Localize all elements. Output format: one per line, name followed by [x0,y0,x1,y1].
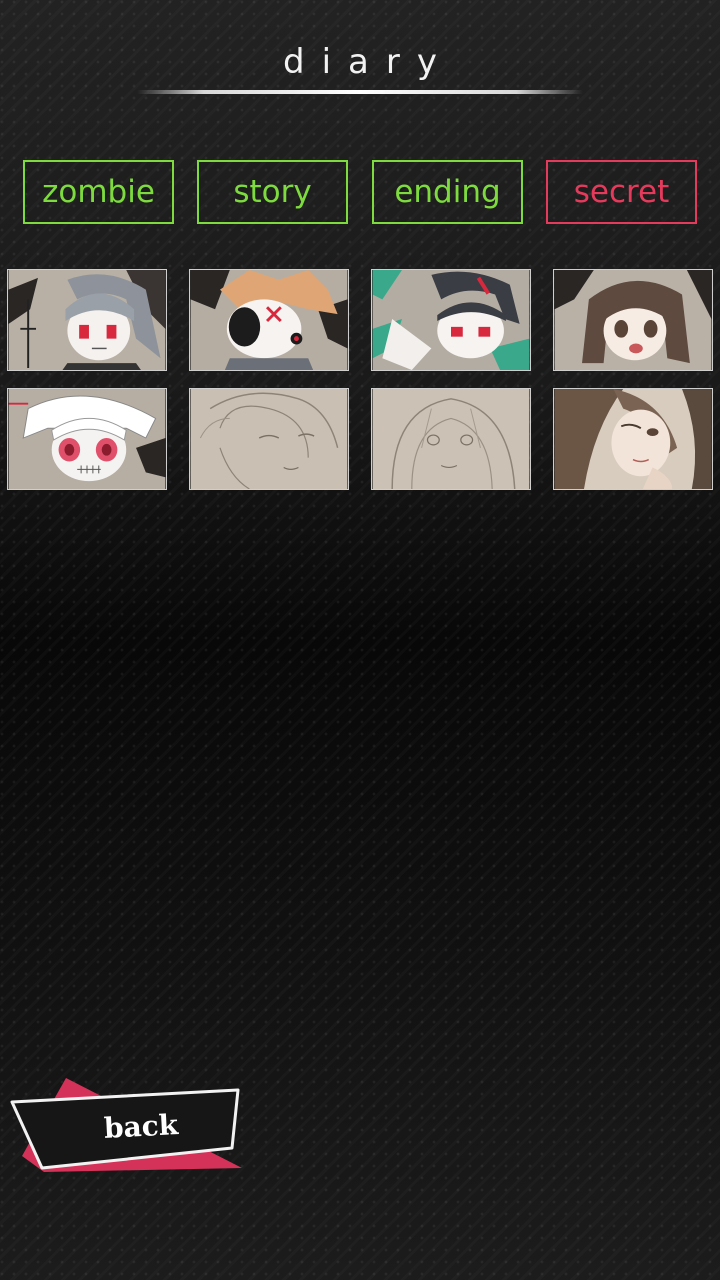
back-button-label: back [103,1108,179,1145]
diary-entry-4[interactable] [553,269,713,371]
tab-secret-label: secret [573,174,670,210]
tab-story-label: story [233,174,312,210]
tab-story[interactable]: story [197,160,348,224]
diary-entry-7[interactable] [371,388,531,490]
tab-zombie-label: zombie [42,174,155,210]
character-brown-hair-girl-thumbnail [554,270,712,370]
character-grey-hair-zombie-thumbnail [8,270,166,370]
page-title: diary [283,42,454,82]
tab-zombie[interactable]: zombie [23,160,174,224]
diary-entry-8[interactable] [553,388,713,490]
diary-entry-5[interactable] [7,388,167,490]
character-dark-hair-bandaged-thumbnail [372,270,530,370]
tab-ending-label: ending [394,174,501,210]
sketch-long-hair-girl-thumbnail [372,389,530,489]
back-button[interactable]: back [10,1076,246,1176]
character-orange-hair-masked-thumbnail [190,270,348,370]
diary-entry-3[interactable] [371,269,531,371]
diary-entry-2[interactable] [189,269,349,371]
tab-ending[interactable]: ending [372,160,523,224]
character-white-hair-zombie-thumbnail [8,389,166,489]
diary-entry-1[interactable] [7,269,167,371]
diary-entry-6[interactable] [189,388,349,490]
tab-secret[interactable]: secret [546,160,697,224]
diary-screen: diary zombie story ending secret back [0,0,720,1280]
title-underline [137,90,583,94]
sketch-smiling-boy-thumbnail [190,389,348,489]
character-brown-hair-resting-thumbnail [554,389,712,489]
